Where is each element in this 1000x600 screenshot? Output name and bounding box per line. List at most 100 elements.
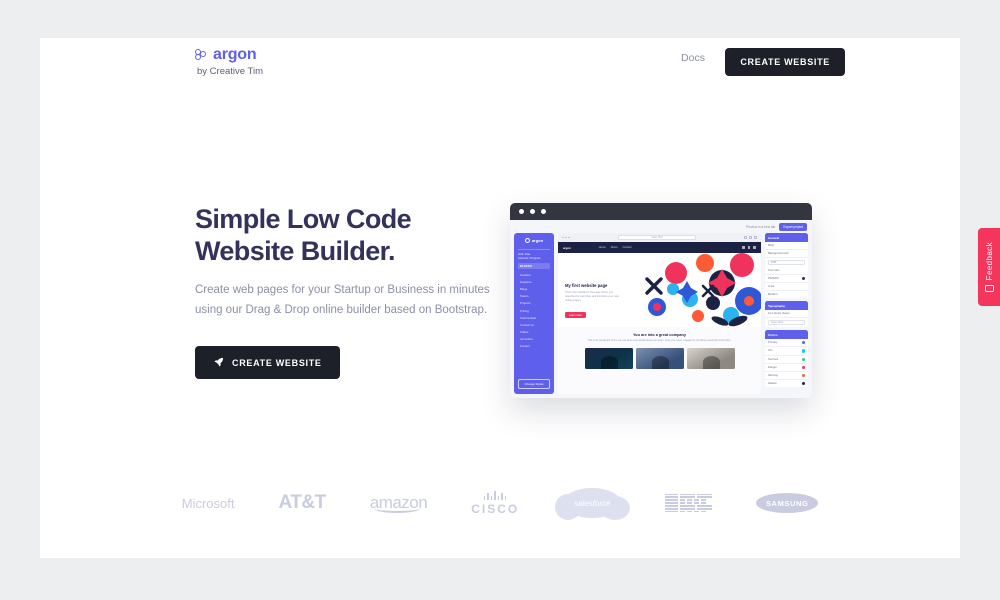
sidebar-item-footers[interactable]: Footers xyxy=(518,343,550,350)
color-label: Success xyxy=(768,357,779,361)
color-swatch-primary[interactable] xyxy=(801,341,805,345)
photo-card xyxy=(686,347,735,369)
sidebar-item-accordion[interactable]: Accordion xyxy=(518,336,550,343)
cisco-bars-icon xyxy=(471,490,519,500)
amazon-swoosh-icon xyxy=(373,504,420,513)
color-row-default[interactable]: Default xyxy=(765,380,808,387)
hero-subtitle: Create web pages for your Startup or Bus… xyxy=(195,284,490,316)
sidebar-item-contact-us[interactable]: Contact us xyxy=(518,321,550,328)
hero-title-line-2: Website Builder. xyxy=(195,236,396,266)
canvas-nav-link-about[interactable]: About xyxy=(611,246,618,249)
color-swatch-danger[interactable] xyxy=(801,365,805,369)
samsung-ellipse-icon: SAMSUNG xyxy=(756,493,819,513)
color-row-success[interactable]: Success xyxy=(765,356,808,364)
hero-section: Simple Low Code Website Builder. Create … xyxy=(195,203,495,379)
property-label: Links xyxy=(768,285,775,289)
preview-new-tab-link[interactable]: Preview in a new tab xyxy=(746,225,775,229)
argon-mark-icon xyxy=(524,238,530,243)
property-label: Borders xyxy=(768,293,778,297)
screen-icon xyxy=(744,236,747,239)
sidebar-item-blogs[interactable]: Blogs xyxy=(518,285,550,292)
canvas-company-section: You are into a great company This is the… xyxy=(558,327,761,394)
page-title: Simple Low Code Website Builder. xyxy=(195,203,495,267)
header-create-website-button[interactable]: CREATE WEBSITE xyxy=(725,48,845,76)
property-label: Background color xyxy=(768,252,789,255)
canvas-browser-chrome: index.html xyxy=(558,233,761,242)
salesforce-cloud-icon: salesforce xyxy=(555,488,631,520)
color-swatch-info[interactable] xyxy=(801,349,805,353)
canvas-hero-button[interactable]: Learn more xyxy=(565,312,586,318)
text-color-input-row[interactable]: #32325d xyxy=(765,275,808,284)
page-canvas: argon by Creative Tim Docs Pricing Conta… xyxy=(40,38,960,558)
color-label: Danger xyxy=(768,365,777,369)
hero-cta-label: CREATE WEBSITE xyxy=(232,357,322,368)
color-label: Default xyxy=(768,382,777,386)
sidebar-item-teams[interactable]: Teams xyxy=(518,293,550,300)
mockup-body: argon John Doe Account / Projects BLOCKS… xyxy=(510,233,812,398)
brand-subtitle: by Creative Tim xyxy=(197,66,263,77)
window-dot-close xyxy=(519,209,524,214)
color-row-info[interactable]: Info xyxy=(765,347,808,356)
colors-section-title: Colors xyxy=(765,330,808,340)
canvas-window-dots xyxy=(562,236,571,239)
general-section-title: General xyxy=(765,233,808,242)
logo-cisco-text: CISCO xyxy=(471,502,520,516)
canvas-section-paragraph: This is the paragraph where you can writ… xyxy=(587,339,732,342)
brand-logo[interactable]: argon by Creative Tim xyxy=(195,46,263,77)
mockup-toolbar: Preview in a new tab Export project xyxy=(510,220,812,233)
sidebar-item-headers[interactable]: Headers xyxy=(518,271,550,278)
color-swatch-warning[interactable] xyxy=(801,373,805,378)
nav-link-docs[interactable]: Docs xyxy=(681,52,705,64)
sidebar-item-pricing[interactable]: Pricing xyxy=(518,307,550,314)
builder-sidebar: argon John Doe Account / Projects BLOCKS… xyxy=(514,233,554,394)
site-header: argon by Creative Tim Docs Pricing Conta… xyxy=(40,38,960,90)
sidebar-section-blocks: BLOCKS xyxy=(518,263,550,269)
sidebar-item-projects[interactable]: Projects xyxy=(518,300,550,307)
logo-samsung: SAMSUNG xyxy=(756,486,819,520)
change-styles-button[interactable]: Change Styles xyxy=(518,379,550,389)
sidebar-item-features[interactable]: Features xyxy=(518,278,550,285)
canvas-hero-text: My first website page This is the subtit… xyxy=(565,283,619,321)
property-row-text-color: Text color xyxy=(765,267,808,275)
property-row-borders[interactable]: Borders xyxy=(765,291,808,298)
canvas-nav-link-home[interactable]: Home xyxy=(599,246,606,249)
text-color-swatch[interactable] xyxy=(801,277,805,281)
property-label: Text color xyxy=(768,269,780,272)
canvas-hero-paragraph: This is the subtitle for the page where … xyxy=(565,290,619,302)
color-label: Primary xyxy=(768,341,778,345)
property-row-links[interactable]: Links xyxy=(765,283,808,292)
builder-properties-panel: General Body Background color #ffffff Te… xyxy=(765,233,808,394)
colors-properties-card: Colors Primary Info Success Danger Warni… xyxy=(765,330,808,388)
logo-microsoft-text: Microsoft xyxy=(181,495,235,511)
client-logos-strip: Microsoft AT&T amazon CISCO salesforce S… xyxy=(40,486,960,520)
property-row-body[interactable]: Body xyxy=(765,242,808,250)
logo-att-text: AT&T xyxy=(278,492,326,513)
canvas-nav-social-icons xyxy=(742,246,756,249)
color-swatch-default[interactable] xyxy=(801,382,805,386)
typography-properties-card: Typography Font family (base) Open Sans xyxy=(765,301,808,328)
builder-logo-text: argon xyxy=(531,238,544,243)
logo-ibm xyxy=(665,486,713,520)
color-row-primary[interactable]: Primary xyxy=(765,339,808,348)
canvas-nav-link-contact[interactable]: Contact xyxy=(622,246,631,249)
color-row-warning[interactable]: Warning xyxy=(765,372,808,381)
canvas-nav-brand: argon xyxy=(563,245,571,250)
rocket-icon xyxy=(214,357,224,367)
sidebar-item-tables[interactable]: Tables xyxy=(518,329,550,336)
hero-create-website-button[interactable]: CREATE WEBSITE xyxy=(195,346,340,379)
export-project-button[interactable]: Export project xyxy=(779,222,807,231)
feedback-label: Feedback xyxy=(984,242,994,281)
canvas-hero: My first website page This is the subtit… xyxy=(558,253,761,327)
canvas-hero-title: My first website page xyxy=(565,283,608,288)
canvas-section-title: You are into a great company xyxy=(633,333,686,337)
background-color-input[interactable]: #ffffff xyxy=(768,259,805,265)
feedback-tab[interactable]: Feedback xyxy=(978,228,1000,306)
color-swatch-success[interactable] xyxy=(801,357,805,361)
sidebar-divider xyxy=(518,249,550,250)
window-dot-maximize xyxy=(541,209,546,214)
sidebar-item-testimonials[interactable]: Testimonials xyxy=(518,314,550,321)
color-row-danger[interactable]: Danger xyxy=(765,364,808,372)
property-row-background-color: Background color xyxy=(765,250,808,258)
font-family-select[interactable]: Open Sans xyxy=(768,319,805,325)
canvas-url-bar[interactable]: index.html xyxy=(618,235,697,240)
